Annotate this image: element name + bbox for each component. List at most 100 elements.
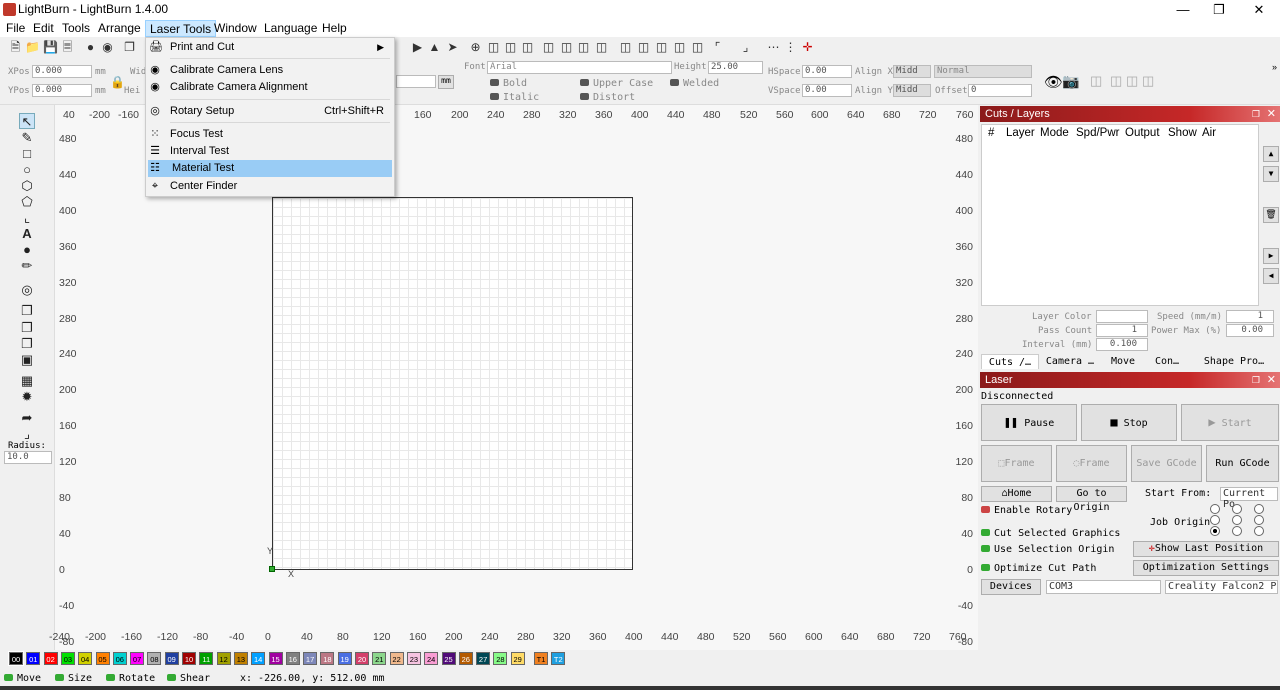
text-height-input[interactable]: 25.00 <box>708 61 763 74</box>
layer-down-icon[interactable]: ▼ <box>1263 166 1279 182</box>
tab-2[interactable]: Move <box>1102 354 1144 369</box>
color-swatch-17[interactable]: 17 <box>303 652 318 665</box>
layer-up-icon[interactable]: ▲ <box>1263 146 1279 162</box>
color-swatch-12[interactable]: 12 <box>216 652 231 665</box>
upper-case-checkbox[interactable]: Upper Case <box>580 78 653 89</box>
job-origin-radio[interactable] <box>1232 526 1242 536</box>
radius-input[interactable]: 10.0 <box>4 451 52 464</box>
preview-eye-icon[interactable]: 👁 <box>1044 73 1063 91</box>
corner-radius-icon[interactable]: ⌟ <box>19 426 35 442</box>
distribute-v-icon[interactable]: ◫ <box>636 40 651 55</box>
color-swatch-06[interactable]: 06 <box>112 652 127 665</box>
layer-color-swatch[interactable] <box>1096 310 1148 323</box>
rotate-icon[interactable]: ➤ <box>445 40 460 55</box>
size-toggle[interactable]: Size <box>55 673 92 684</box>
job-origin-radio[interactable] <box>1210 515 1220 525</box>
boolean-subtract-icon[interactable]: ❐ <box>19 320 35 336</box>
color-swatch-03[interactable]: 03 <box>60 652 75 665</box>
rotate-input[interactable] <box>396 75 436 88</box>
job-origin-radio[interactable] <box>1254 526 1264 536</box>
align-object2-icon[interactable]: ◫ <box>1110 73 1122 89</box>
draw-lines-icon[interactable]: ✎ <box>19 130 35 146</box>
menu-item-focus-test[interactable]: ⁙ Focus Test <box>146 126 394 143</box>
panel-close-icon[interactable]: ✕ <box>1267 372 1276 388</box>
tab-1[interactable]: Camera … <box>1040 354 1100 369</box>
enable-rotary-checkbox[interactable]: Enable Rotary <box>981 505 1072 516</box>
weld-icon[interactable]: ▣ <box>19 352 35 368</box>
laser-target-icon[interactable]: ✛ <box>800 40 815 55</box>
menu-file[interactable]: File <box>2 20 29 37</box>
open-folder-icon[interactable]: 📁 <box>25 40 40 55</box>
panel-close-icon[interactable]: ✕ <box>1267 106 1276 122</box>
dotted-line-icon[interactable]: ⋯ <box>766 40 781 55</box>
tabs-icon[interactable]: ⌞ <box>19 210 35 226</box>
job-origin-radio[interactable] <box>1254 504 1264 514</box>
job-origin-radio[interactable] <box>1232 504 1242 514</box>
float-icon[interactable]: ❐ <box>1252 106 1260 122</box>
color-swatch-27[interactable]: 27 <box>476 652 491 665</box>
run-gcode-button[interactable]: Run GCode <box>1206 445 1279 482</box>
menu-window[interactable]: Window <box>210 20 261 37</box>
align-y-select[interactable]: Midd <box>893 84 931 97</box>
color-swatch-16[interactable]: 16 <box>285 652 300 665</box>
delete-layer-icon[interactable]: 🗑 <box>1263 207 1279 223</box>
maximize-icon[interactable]: ❐ <box>1200 0 1238 20</box>
color-swatch-26[interactable]: 26 <box>458 652 473 665</box>
color-swatch-08[interactable]: 08 <box>147 652 162 665</box>
pass-count-input[interactable]: 1 <box>1096 324 1148 337</box>
edit-nodes-icon[interactable]: ⬠ <box>19 194 35 210</box>
move-toggle[interactable]: Move <box>4 673 41 684</box>
copy-icon[interactable]: ❐ <box>122 40 137 55</box>
menu-help[interactable]: Help <box>318 20 351 37</box>
work-area-grid[interactable] <box>272 197 633 570</box>
menu-item-print-and-cut[interactable]: 🖨 Print and Cut ▶ <box>146 39 394 56</box>
save-icon[interactable]: 💾 <box>43 40 58 55</box>
menu-tools[interactable]: Tools <box>58 20 94 37</box>
frame-circle-button[interactable]: ◌Frame <box>1056 445 1127 482</box>
expand-right-icon[interactable]: ▶ <box>1263 248 1279 264</box>
align-middle-icon[interactable]: ◫ <box>559 40 574 55</box>
distribute-h-icon[interactable]: ◫ <box>618 40 633 55</box>
show-last-position-button[interactable]: ✛Show Last Position <box>1133 541 1279 557</box>
color-swatch-19[interactable]: 19 <box>337 652 352 665</box>
pause-button[interactable]: ❚❚ Pause <box>981 404 1077 441</box>
save-gcode-button[interactable]: Save GCode <box>1131 445 1202 482</box>
float-icon[interactable]: ❐ <box>1252 372 1260 388</box>
optimization-settings-button[interactable]: Optimization Settings <box>1133 560 1279 576</box>
menu-item-calibrate-camera-alignment[interactable]: ◉ Calibrate Camera Alignment <box>146 79 394 96</box>
rectangle-icon[interactable]: □ <box>19 146 35 162</box>
color-swatch-11[interactable]: 11 <box>199 652 214 665</box>
cut-selected-checkbox[interactable]: Cut Selected Graphics <box>981 528 1120 539</box>
device-select[interactable]: Creality Falcon2 P <box>1165 580 1278 594</box>
color-swatch-25[interactable]: 25 <box>441 652 456 665</box>
color-swatch-09[interactable]: 09 <box>164 652 179 665</box>
menu-item-material-test[interactable]: ☷ Material Test <box>148 160 392 177</box>
align-hcenter-icon[interactable]: ◫ <box>520 40 535 55</box>
align-bottom-icon[interactable]: ◫ <box>576 40 591 55</box>
job-origin-radio[interactable] <box>1210 504 1220 514</box>
align-object-icon[interactable]: ◫ <box>1090 73 1102 89</box>
menu-arrange[interactable]: Arrange <box>94 20 145 37</box>
home-button[interactable]: ⌂Home <box>981 486 1052 502</box>
start-from-select[interactable]: Current Po <box>1220 487 1278 510</box>
tab-3[interactable]: Con… <box>1146 354 1188 369</box>
color-swatch-00[interactable]: 00 <box>8 651 24 666</box>
align-x-select[interactable]: Midd <box>893 65 931 78</box>
menu-item-rotary-setup[interactable]: ◎ Rotary Setup Ctrl+Shift+R <box>146 103 394 120</box>
color-swatch-05[interactable]: 05 <box>95 652 110 665</box>
align-top-icon[interactable]: ◫ <box>541 40 556 55</box>
color-swatch-04[interactable]: 04 <box>78 652 93 665</box>
new-file-icon[interactable]: 🗎 <box>8 40 23 55</box>
color-swatch-21[interactable]: 21 <box>372 652 387 665</box>
circular-array-icon[interactable]: ✹ <box>19 389 35 405</box>
offset-shapes-icon[interactable]: ◎ <box>19 282 35 298</box>
job-origin-radio[interactable] <box>1232 515 1242 525</box>
position-laser-icon[interactable]: ⋮ <box>783 40 798 55</box>
color-swatch-24[interactable]: 24 <box>424 652 439 665</box>
camera-device-icon[interactable]: 📷 <box>1062 73 1079 90</box>
color-swatch-T1[interactable]: T1 <box>534 652 548 665</box>
color-swatch-T2[interactable]: T2 <box>551 652 566 665</box>
hspace-input[interactable]: 0.00 <box>802 65 852 78</box>
color-swatch-07[interactable]: 07 <box>130 652 145 665</box>
units-button[interactable]: mm <box>438 75 454 89</box>
